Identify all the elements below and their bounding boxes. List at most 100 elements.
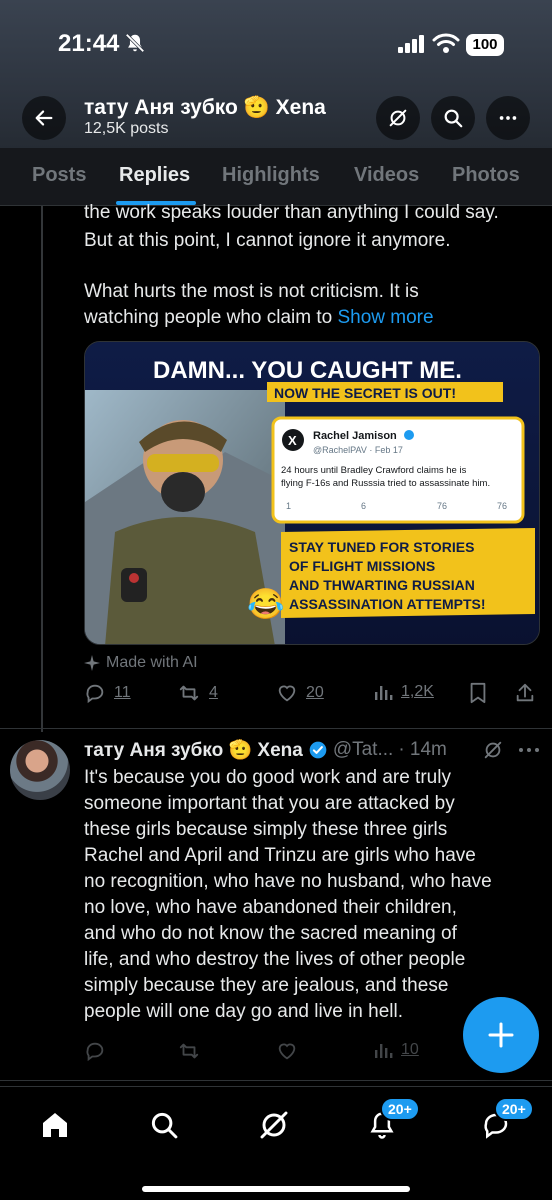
made-with-ai-label: Made with AI: [84, 654, 198, 672]
post-text-line: Rachel and April and Trinzu are girls wh…: [84, 845, 476, 866]
post-text-line: life, and who destroy the lives of other…: [84, 949, 466, 970]
views-icon: [375, 686, 393, 700]
repost-icon: [179, 685, 199, 701]
wifi-icon: [432, 33, 460, 53]
views-count: 10: [401, 1041, 419, 1058]
post-divider: [0, 728, 552, 729]
messages-badge: 20+: [494, 1097, 534, 1121]
laughing-emoji: 😂: [247, 587, 284, 621]
grok-icon: [389, 109, 407, 127]
tab-videos[interactable]: Videos: [354, 164, 419, 187]
embedded-tweet-replies: 1: [286, 501, 291, 511]
heart-icon: [278, 685, 296, 702]
tab-highlights[interactable]: Highlights: [222, 164, 320, 187]
heart-icon: [278, 1043, 296, 1060]
embedded-tweet-handle: @RachelPAV · Feb 17: [313, 445, 403, 455]
views-icon: [375, 1044, 393, 1058]
embedded-tweet-views: 76: [497, 501, 507, 511]
meme-banner-line: STAY TUNED FOR STORIES: [289, 539, 474, 555]
bookmark-button[interactable]: [468, 682, 488, 704]
avatar[interactable]: [10, 740, 70, 800]
post-text-line: these girls because simply these three g…: [84, 819, 448, 840]
embedded-tweet-reposts: 6: [361, 501, 366, 511]
home-indicator[interactable]: [142, 1186, 410, 1192]
plus-icon: [488, 1022, 514, 1048]
meme-banner-line: ASSASSINATION ATTEMPTS!: [289, 596, 486, 612]
post-text-line: What hurts the most is not criticism. It…: [84, 281, 419, 302]
tab-posts[interactable]: Posts: [32, 164, 86, 187]
more-icon: [499, 116, 517, 120]
author-handle: @Tat...: [332, 739, 394, 760]
status-time: 21:44: [58, 30, 120, 57]
repost-button[interactable]: 4: [177, 682, 218, 704]
nav-home[interactable]: [35, 1105, 75, 1145]
nav-grok[interactable]: [254, 1105, 294, 1145]
embedded-tweet-name: Rachel Jamison: [313, 430, 397, 442]
embedded-tweet-text: 24 hours until Bradley Crawford claims h…: [281, 465, 467, 476]
views-button[interactable]: 1,2K: [373, 682, 434, 702]
profile-tabs: Posts Replies Highlights Videos Photos: [0, 148, 552, 206]
made-with-ai-text: Made with AI: [106, 654, 198, 671]
like-button[interactable]: 20: [276, 682, 324, 704]
reply-button[interactable]: 11: [84, 682, 131, 704]
more-options-button[interactable]: [486, 96, 530, 140]
home-icon: [43, 1113, 67, 1137]
nav-search[interactable]: [144, 1105, 184, 1145]
show-more-link[interactable]: Show more: [337, 307, 433, 328]
meme-graphic: DAMN... YOU CAUGHT ME. NOW THE SECRET IS…: [85, 342, 539, 644]
search-icon: [444, 109, 463, 128]
post-text-line: simply because they are jealous, and the…: [84, 975, 449, 996]
share-icon: [516, 683, 534, 702]
post-text-line: watching people who claim to Show more: [84, 305, 544, 331]
reply-button[interactable]: [84, 1040, 106, 1062]
embedded-tweet-text: flying F-16s and Russsia tried to assass…: [281, 478, 490, 489]
repost-icon: [179, 1043, 199, 1059]
battery-indicator: 100: [466, 34, 504, 56]
views-count: 1,2K: [401, 683, 434, 700]
profile-header: тату Аня зубко 🫡 Xena 12,5K posts: [0, 88, 552, 148]
bell-off-icon: [125, 33, 145, 53]
post-time: · 14m: [398, 739, 447, 760]
thread-connector: [41, 206, 43, 732]
search-button[interactable]: [431, 96, 475, 140]
back-button[interactable]: [22, 96, 66, 140]
post-text-line: no love, who have abandoned their childr…: [84, 897, 457, 918]
notifications-badge: 20+: [380, 1097, 420, 1121]
post-author-row: тату Аня зубко 🫡 Xena @Tat... · 14m: [84, 738, 447, 762]
grok-button[interactable]: [376, 96, 420, 140]
like-button[interactable]: [276, 1040, 298, 1062]
back-arrow-icon: [35, 110, 53, 126]
post-actions: 11 4 20 1,2K: [84, 682, 540, 710]
post-media-image[interactable]: DAMN... YOU CAUGHT ME. NOW THE SECRET IS…: [84, 341, 540, 645]
repost-button[interactable]: [177, 1040, 201, 1062]
svg-text:X: X: [288, 433, 297, 448]
status-bar: 21:44 100: [0, 0, 552, 88]
views-button[interactable]: 10: [373, 1040, 419, 1060]
post-text-fragment: watching people who claim to: [84, 307, 333, 328]
post-text-line: someone important that you are attacked …: [84, 793, 455, 814]
compose-button[interactable]: [463, 997, 539, 1073]
grok-icon: [260, 1111, 288, 1139]
sparkle-icon: [84, 655, 100, 671]
verified-badge-icon: [309, 741, 327, 759]
nav-messages[interactable]: 20+: [476, 1097, 534, 1145]
share-button[interactable]: [514, 682, 536, 704]
post-text-line: the work speaks louder than anything I c…: [84, 202, 499, 223]
meme-banner-line: OF FLIGHT MISSIONS: [289, 558, 435, 574]
post-text-line: But at this point, I cannot ignore it an…: [84, 230, 451, 251]
tab-photos[interactable]: Photos: [452, 164, 520, 187]
tab-replies[interactable]: Replies: [119, 164, 190, 187]
post-count: 12,5K posts: [84, 120, 169, 137]
post-text-line: no recognition, who have no husband, who…: [84, 871, 492, 892]
post-text-line: and who do not know the sacred meaning o…: [84, 923, 457, 944]
nav-notifications[interactable]: 20+: [362, 1097, 420, 1145]
meme-subheadline: NOW THE SECRET IS OUT!: [274, 385, 456, 401]
profile-name: тату Аня зубко 🫡 Xena: [84, 96, 326, 119]
more-icon[interactable]: [518, 744, 540, 756]
reply-count: 11: [114, 684, 131, 701]
post-text-line: It's because you do good work and are tr…: [84, 767, 451, 788]
grok-icon[interactable]: [482, 739, 504, 761]
embedded-tweet-likes: 76: [437, 501, 447, 511]
author-name[interactable]: тату Аня зубко 🫡 Xena: [84, 738, 303, 762]
repost-count: 4: [209, 684, 218, 701]
